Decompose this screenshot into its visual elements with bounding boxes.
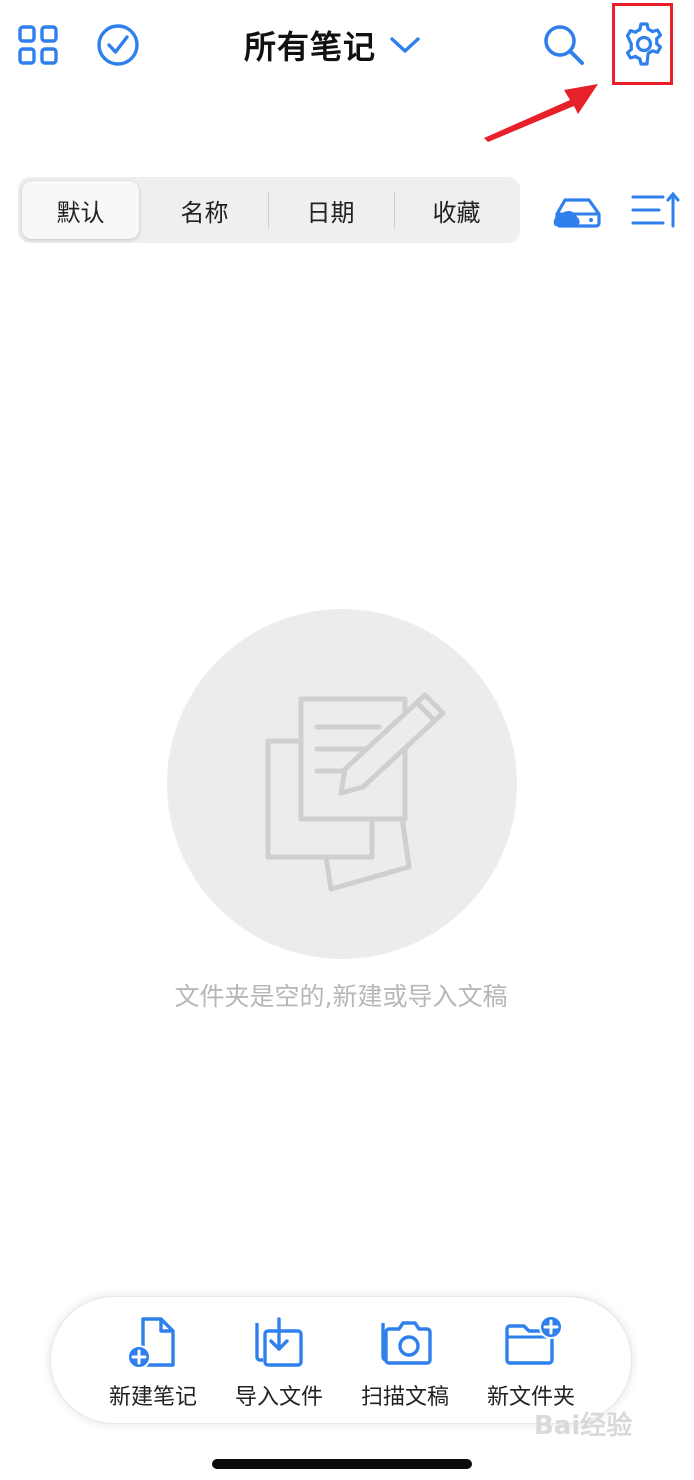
sort-order-button[interactable]: [628, 186, 684, 234]
select-button[interactable]: [94, 22, 142, 68]
sort-tab-default[interactable]: 默认: [22, 181, 139, 239]
annotation-arrow-icon: [484, 84, 598, 142]
sort-tab-name[interactable]: 名称: [146, 181, 263, 239]
action-label: 扫描文稿: [360, 1385, 449, 1410]
import-file-button[interactable]: 导入文件: [215, 1297, 343, 1425]
new-note-icon: [127, 1317, 175, 1369]
sort-order-icon: [631, 191, 680, 228]
cloud-drive-button[interactable]: [552, 186, 604, 234]
search-icon: [544, 25, 584, 65]
sort-tab-date[interactable]: 日期: [272, 181, 389, 239]
action-label: 新建笔记: [108, 1385, 197, 1410]
watermark-logo: Bai经验: [534, 1411, 633, 1441]
sort-tab-label: 名称: [180, 198, 229, 227]
action-label: 导入文件: [234, 1385, 323, 1410]
new-note-button[interactable]: 新建笔记: [89, 1297, 217, 1425]
checkmark-circle-icon: [97, 24, 139, 66]
folder-title-dropdown[interactable]: 所有笔记: [244, 22, 422, 68]
import-file-icon: [255, 1317, 303, 1367]
empty-state-message: 文件夹是空的,新建或导入文稿: [174, 982, 508, 1011]
home-indicator[interactable]: [212, 1459, 472, 1469]
sort-segmented-control: 默认 名称 日期 收藏: [18, 177, 520, 243]
annotation-highlight-box: [612, 3, 673, 85]
grid-icon: [18, 25, 58, 65]
chevron-down-icon: [390, 37, 420, 53]
sort-tab-label: 默认: [56, 198, 105, 227]
camera-scan-icon: [381, 1321, 432, 1365]
segment-divider: [268, 191, 269, 229]
cloud-drive-icon: [553, 198, 601, 228]
page-title: 所有笔记: [244, 28, 377, 66]
new-folder-icon: [505, 1315, 563, 1365]
scan-document-button[interactable]: 扫描文稿: [341, 1297, 469, 1425]
sort-tab-label: 收藏: [432, 198, 481, 227]
sort-tab-favorites[interactable]: 收藏: [398, 181, 515, 239]
search-button[interactable]: [538, 20, 590, 70]
note-pencil-icon: [265, 692, 446, 892]
empty-state-illustration: [167, 609, 517, 959]
segment-divider: [394, 191, 395, 229]
sort-tab-label: 日期: [306, 198, 355, 227]
grid-view-button[interactable]: [14, 22, 62, 68]
